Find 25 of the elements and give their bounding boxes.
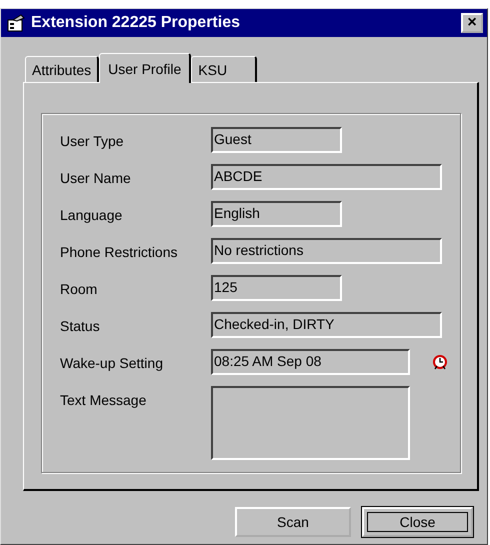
tab[interactable]: User Profile bbox=[99, 53, 192, 83]
field-label: Status bbox=[60, 317, 101, 334]
close-button[interactable]: × bbox=[461, 13, 483, 33]
field-label: User Name bbox=[60, 169, 132, 186]
field-label: Phone Restrictions bbox=[60, 243, 179, 260]
properties-icon bbox=[7, 14, 25, 32]
dialog-button[interactable]: Scan bbox=[235, 507, 351, 537]
text-field[interactable]: English bbox=[211, 201, 342, 227]
window-title: Extension 22225 Properties bbox=[31, 14, 241, 32]
field-label: Room bbox=[60, 280, 98, 297]
dialog-button[interactable]: Close bbox=[362, 507, 473, 537]
tab[interactable]: KSU bbox=[191, 56, 258, 82]
text-area[interactable] bbox=[211, 386, 410, 460]
text-field[interactable]: No restrictions bbox=[211, 238, 442, 264]
field-label: Text Message bbox=[60, 391, 148, 408]
text-field[interactable]: ABCDE bbox=[211, 164, 442, 190]
alarm-clock-icon[interactable] bbox=[432, 354, 448, 370]
field-label: Language bbox=[60, 206, 124, 223]
text-field[interactable]: 125 bbox=[211, 275, 342, 301]
field-label: Wake-up Setting bbox=[60, 354, 164, 371]
text-field[interactable]: Checked-in, DIRTY bbox=[211, 312, 442, 338]
text-field[interactable]: Guest bbox=[211, 127, 342, 153]
text-field[interactable]: 08:25 AM Sep 08 bbox=[211, 349, 410, 375]
tab[interactable]: Attributes bbox=[25, 56, 100, 82]
field-label: User Type bbox=[60, 132, 125, 149]
